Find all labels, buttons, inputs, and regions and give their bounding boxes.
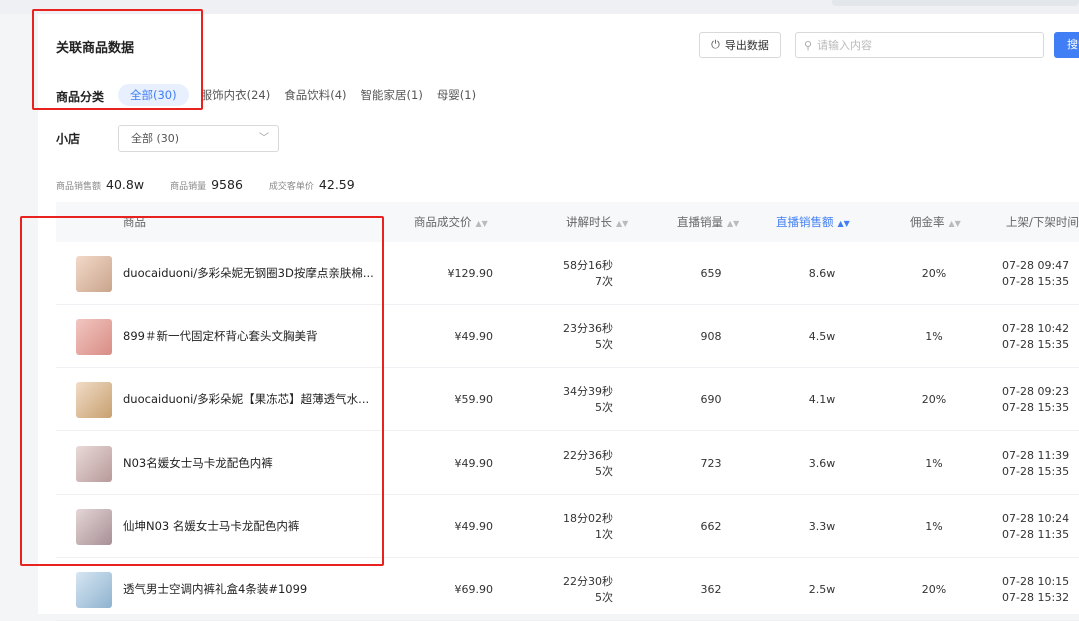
shelf-time-cell: 07-28 09:23 07-28 15:35: [1002, 384, 1070, 414]
stat-label: 成交客单价: [268, 182, 314, 192]
commission-cell: 20%: [921, 583, 947, 596]
shop-label: 小店: [56, 132, 81, 146]
shelf-time-cell: 07-28 10:42 07-28 15:35: [1002, 321, 1070, 351]
stats-bar: 商品销售额 40.8w 商品销量 9586 成交客单价 42.59: [56, 177, 381, 192]
live-gmv-cell: 3.3w: [808, 520, 836, 533]
price-cell: ¥49.90: [454, 520, 494, 533]
price-cell: ¥49.90: [454, 330, 494, 343]
shelf-time-cell: 07-28 09:47 07-28 15:35: [1002, 258, 1070, 288]
live-qty-cell: 723: [700, 457, 722, 470]
sort-icon: ▲▼: [727, 219, 740, 228]
category-tab-baby[interactable]: 母婴(1): [437, 84, 476, 106]
commission-cell: 1%: [925, 520, 943, 533]
search-box[interactable]: ⚲: [795, 32, 1044, 58]
live-gmv-cell: 4.5w: [808, 330, 836, 343]
price-cell: ¥69.90: [454, 583, 494, 596]
search-icon: ⚲: [804, 38, 813, 52]
price-cell: ¥49.90: [454, 457, 494, 470]
category-tab-food[interactable]: 食品饮料(4): [284, 84, 346, 106]
shelf-time-cell: 07-28 11:39 07-28 15:35: [1002, 448, 1070, 478]
shop-select[interactable]: 全部 (30) ﹀: [118, 125, 279, 152]
highlight-box: [32, 9, 203, 110]
search-input[interactable]: [817, 38, 1028, 52]
table-row[interactable]: 透气男士空调内裤礼盒4条装#1099 ¥69.90 22分30秒 5次 362 …: [56, 558, 1079, 621]
sort-desc-icon: ▲▼: [837, 219, 850, 228]
commission-cell: 20%: [921, 267, 947, 280]
search-button[interactable]: 搜索: [1054, 32, 1079, 58]
duration-cell: 23分36秒 5次: [563, 321, 613, 351]
column-header-live-gmv[interactable]: 直播销售额 ▲▼: [776, 202, 850, 244]
highlight-box: [20, 216, 384, 566]
live-gmv-cell: 4.1w: [808, 393, 836, 406]
duration-cell: 34分39秒 5次: [563, 384, 613, 414]
live-qty-cell: 659: [700, 267, 722, 280]
export-label: 导出数据: [724, 39, 769, 52]
commission-cell: 1%: [925, 330, 943, 343]
export-button[interactable]: ⏻ 导出数据: [699, 32, 781, 58]
live-qty-cell: 362: [700, 583, 722, 596]
product-thumbnail[interactable]: [76, 572, 112, 608]
shelf-time-cell: 07-28 10:24 07-28 11:35: [1002, 511, 1070, 541]
shelf-time-cell: 07-28 10:15 07-28 15:32: [1002, 574, 1070, 604]
chevron-down-icon: ﹀: [259, 133, 269, 144]
price-cell: ¥129.90: [447, 267, 494, 280]
category-tab-smart-home[interactable]: 智能家居(1): [361, 84, 423, 106]
duration-cell: 58分16秒 7次: [563, 258, 613, 288]
live-qty-cell: 662: [700, 520, 722, 533]
stat-label: 商品销量: [170, 182, 207, 192]
shop-select-value: 全部 (30): [131, 132, 180, 145]
duration-cell: 22分30秒 5次: [563, 574, 613, 604]
sort-icon: ▲▼: [475, 219, 488, 228]
duration-cell: 22分36秒 5次: [563, 448, 613, 478]
stat-label: 商品销售额: [56, 182, 102, 192]
live-gmv-cell: 2.5w: [808, 583, 836, 596]
sort-icon: ▲▼: [948, 219, 961, 228]
download-icon: ⏻: [711, 38, 720, 51]
stat-value: 9586: [211, 177, 243, 192]
duration-cell: 18分02秒 1次: [563, 511, 613, 541]
live-qty-cell: 690: [700, 393, 722, 406]
stat-value: 40.8w: [106, 177, 145, 192]
price-cell: ¥59.90: [454, 393, 494, 406]
live-qty-cell: 908: [700, 330, 722, 343]
column-header-duration[interactable]: 讲解时长 ▲▼: [566, 202, 628, 244]
live-gmv-cell: 8.6w: [808, 267, 836, 280]
category-tab-apparel[interactable]: 服饰内衣(24): [201, 84, 271, 106]
column-header-live-qty[interactable]: 直播销量 ▲▼: [677, 202, 739, 244]
live-gmv-cell: 3.6w: [808, 457, 836, 470]
product-name[interactable]: 透气男士空调内裤礼盒4条装#1099: [123, 558, 378, 621]
column-header-price[interactable]: 商品成交价 ▲▼: [414, 202, 488, 244]
column-header-shelf-time: 上架/下架时间: [1006, 215, 1079, 229]
column-header-commission[interactable]: 佣金率 ▲▼: [910, 202, 961, 244]
sort-icon: ▲▼: [616, 219, 629, 228]
stat-value: 42.59: [318, 177, 355, 192]
commission-cell: 20%: [921, 393, 947, 406]
commission-cell: 1%: [925, 457, 943, 470]
top-search-pill: [832, 0, 1079, 6]
